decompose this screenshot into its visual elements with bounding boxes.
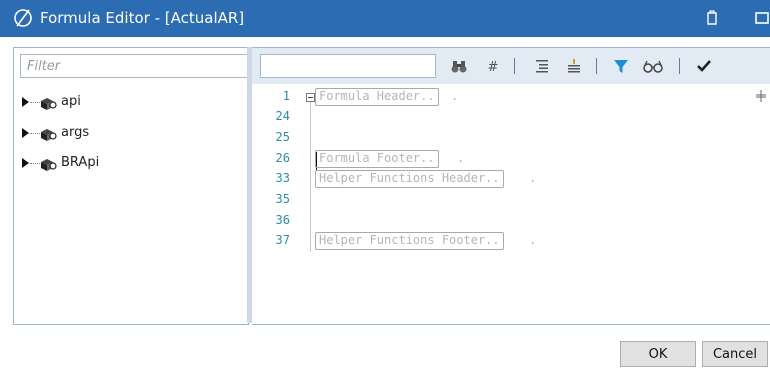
line-number: 1 (282, 89, 290, 103)
ellipsis-marker: . (529, 233, 537, 247)
checkmark-icon[interactable] (695, 57, 713, 75)
split-view-icon[interactable] (756, 90, 766, 102)
tree-item-label: args (61, 125, 90, 140)
toolbar-separator (679, 58, 680, 74)
expand-arrow-icon[interactable] (22, 158, 29, 168)
line-number: 33 (275, 171, 290, 185)
code-editor-pane: # 1 24 25 26 33 35 36 37 Formula Header.… (252, 47, 770, 325)
namespace-icon (41, 129, 57, 141)
filter-icon[interactable] (612, 57, 630, 75)
namespace-icon (41, 159, 57, 171)
ellipsis-marker: . (451, 89, 459, 103)
binoculars-icon[interactable] (450, 57, 468, 75)
ellipsis-marker: . (457, 151, 465, 165)
find-input[interactable] (260, 54, 436, 78)
editor-toolbar: # (252, 48, 770, 84)
collapsed-region[interactable]: Helper Functions Header.. (315, 170, 504, 188)
object-browser-pane: api args BRApi (13, 47, 249, 325)
expand-arrow-icon[interactable] (22, 128, 29, 138)
ellipsis-marker: . (529, 171, 537, 185)
expand-arrow-icon[interactable] (22, 97, 29, 107)
toolbar-separator (596, 58, 597, 74)
glasses-icon[interactable] (642, 57, 664, 75)
restore-window-icon[interactable] (703, 9, 721, 27)
indent-icon[interactable] (533, 57, 551, 75)
window-title: Formula Editor - [ActualAR] (40, 9, 245, 27)
app-logo-icon (14, 9, 32, 27)
title-bar: Formula Editor - [ActualAR] (0, 0, 770, 37)
fold-guide-line (310, 102, 311, 252)
line-number: 25 (275, 130, 290, 144)
maximize-window-icon[interactable] (752, 9, 770, 27)
tree-item-brapi[interactable]: BRApi (22, 154, 222, 174)
tree-item-args[interactable]: args (22, 124, 222, 144)
line-number: 26 (275, 151, 290, 165)
line-number: 24 (275, 109, 290, 123)
tree-item-label: api (61, 94, 81, 109)
tree-item-label: BRApi (61, 155, 100, 170)
hash-icon[interactable]: # (484, 57, 502, 75)
filter-input[interactable] (20, 54, 248, 78)
ok-button[interactable]: OK (620, 341, 696, 367)
namespace-icon (41, 98, 57, 110)
line-number: 37 (275, 233, 290, 247)
tree-item-api[interactable]: api (22, 93, 222, 113)
collapsed-region[interactable]: Helper Functions Footer.. (315, 232, 504, 250)
svg-text:#: # (488, 60, 499, 75)
line-number: 35 (275, 192, 290, 206)
code-editor[interactable]: 1 24 25 26 33 35 36 37 Formula Header.. … (252, 84, 770, 324)
fold-toggle-icon[interactable] (306, 93, 315, 102)
toolbar-separator (514, 58, 515, 74)
line-number: 36 (275, 213, 290, 227)
outdent-icon[interactable] (565, 57, 583, 75)
collapsed-region[interactable]: Formula Footer.. (315, 150, 439, 168)
collapsed-region[interactable]: Formula Header.. (315, 88, 439, 106)
cancel-button[interactable]: Cancel (702, 341, 768, 367)
